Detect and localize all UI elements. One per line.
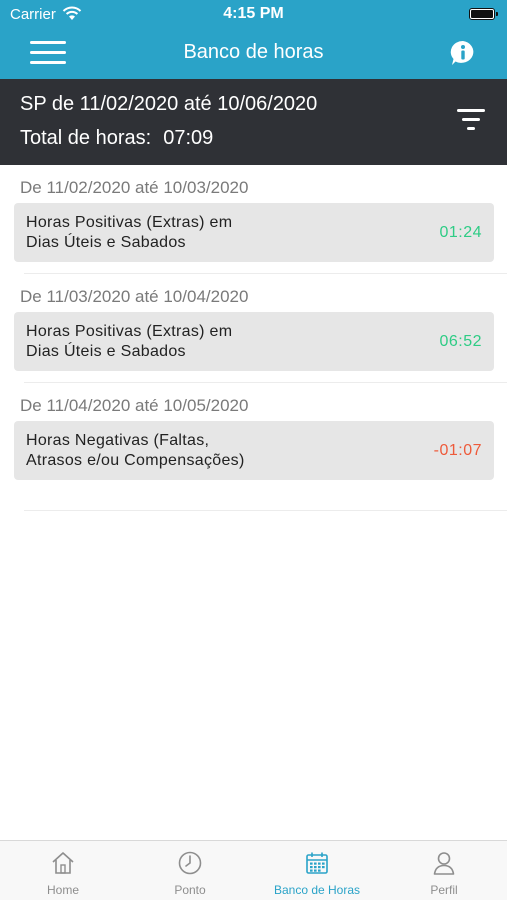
period-label: De 11/02/2020 até 10/03/2020: [20, 178, 249, 197]
tab-label: Ponto: [174, 883, 206, 897]
hours-card[interactable]: Horas Positivas (Extras) em Dias Úteis e…: [14, 312, 494, 371]
info-bubble-icon[interactable]: [449, 39, 477, 67]
period-section: De 11/03/2020 até 10/04/2020 Horas Posit…: [0, 274, 507, 383]
period-label: De 11/04/2020 até 10/05/2020: [20, 396, 249, 415]
period-label: De 11/03/2020 até 10/04/2020: [20, 287, 249, 306]
divider: [24, 509, 507, 511]
filter-icon[interactable]: [457, 109, 485, 131]
hours-description: Horas Positivas (Extras) em Dias Úteis e…: [26, 214, 233, 251]
status-bar: Carrier 4:15 PM: [0, 0, 507, 28]
calendar-icon: [304, 850, 330, 876]
tab-label: Home: [46, 883, 79, 897]
summary-total: Total de horas: 07:09: [20, 127, 213, 150]
tab-label: Perfil: [430, 883, 458, 897]
hours-card[interactable]: Horas Negativas (Faltas, Atrasos e/ou Co…: [14, 421, 494, 480]
clock-icon: [177, 850, 203, 876]
tab-ponto[interactable]: Ponto: [127, 841, 253, 901]
battery-icon: [469, 8, 498, 20]
hours-value: 06:52: [439, 332, 482, 350]
summary-range: SP de 11/02/2020 até 10/06/2020: [20, 93, 318, 115]
period-section: De 11/02/2020 até 10/03/2020 Horas Posit…: [0, 165, 507, 274]
hours-card[interactable]: Horas Positivas (Extras) em Dias Úteis e…: [14, 203, 494, 262]
navigation-bar: Banco de horas: [0, 28, 507, 79]
hours-description: Horas Positivas (Extras) em Dias Úteis e…: [26, 323, 233, 360]
home-icon: [50, 850, 76, 876]
tab-bar: Home Ponto Banco de Horas Perfil: [0, 840, 507, 900]
period-section: De 11/04/2020 até 10/05/2020 Horas Negat…: [0, 383, 507, 511]
user-icon: [431, 850, 457, 876]
total-label: Total de horas:: [20, 127, 152, 149]
tab-banco-de-horas[interactable]: Banco de Horas: [254, 841, 380, 901]
clock-time: 4:15 PM: [223, 5, 284, 22]
tab-label: Banco de Horas: [273, 883, 361, 897]
page-title: Banco de horas: [183, 41, 324, 63]
hours-value: 01:24: [439, 223, 482, 241]
summary-header: SP de 11/02/2020 até 10/06/2020 Total de…: [0, 79, 507, 165]
total-value: 07:09: [163, 127, 214, 149]
hours-value: -01:07: [433, 441, 482, 459]
tab-home[interactable]: Home: [0, 841, 126, 901]
hours-description: Horas Negativas (Faltas, Atrasos e/ou Co…: [26, 432, 245, 469]
tab-perfil[interactable]: Perfil: [381, 841, 507, 901]
period-list: De 11/02/2020 até 10/03/2020 Horas Posit…: [0, 165, 507, 511]
